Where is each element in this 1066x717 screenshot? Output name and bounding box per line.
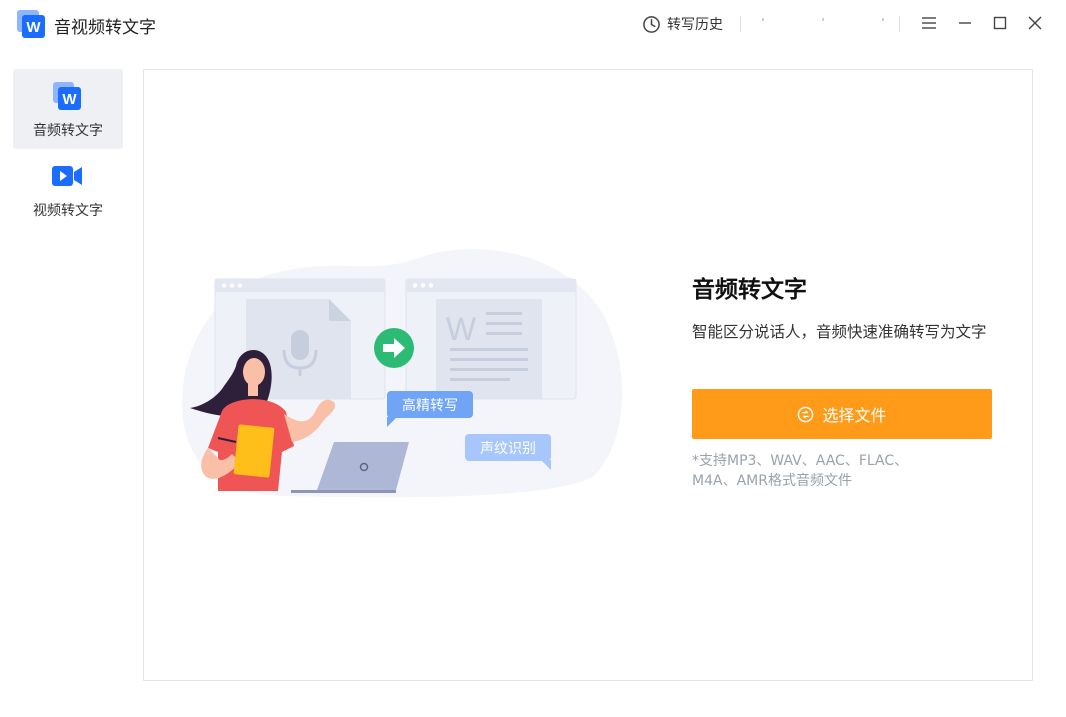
- close-button[interactable]: [1024, 12, 1046, 34]
- hint-line-2: M4A、AMR格式音频文件: [692, 473, 852, 489]
- minimize-button[interactable]: [954, 12, 976, 34]
- video-camera-icon: [52, 166, 82, 186]
- hamburger-icon: [922, 17, 936, 29]
- sidebar-item-label: 视频转文字: [33, 203, 103, 219]
- maximize-button[interactable]: [989, 12, 1011, 34]
- shuffle-icon: [798, 406, 814, 422]
- title-bar: W 音视频转文字 转写历史: [0, 0, 1066, 48]
- sidebar: W 音频转文字 视频转文字: [13, 69, 123, 229]
- svg-text:W: W: [62, 91, 77, 108]
- clock-icon: [643, 15, 660, 33]
- main-panel: W 高精转写 声纹识别 音频转文字 智能区分说话人，音频快速准确转写为文字 选择…: [143, 69, 1033, 681]
- sidebar-item-label: 音频转文字: [33, 123, 103, 139]
- svg-text:W: W: [446, 311, 477, 347]
- page-subheading: 智能区分说话人，音频快速准确转写为文字: [692, 323, 987, 341]
- select-file-button[interactable]: 选择文件: [692, 389, 992, 439]
- user-area[interactable]: [756, 12, 891, 34]
- minimize-icon: [959, 22, 971, 24]
- w-doc-icon: W: [53, 82, 81, 110]
- close-icon: [1028, 16, 1042, 30]
- history-label: 转写历史: [667, 17, 723, 33]
- menu-button[interactable]: [918, 12, 940, 34]
- hint-line-1: *支持MP3、WAV、AAC、FLAC、: [692, 453, 909, 469]
- divider: [740, 16, 741, 32]
- transcription-illustration: W: [182, 249, 623, 498]
- page-heading: 音频转文字: [692, 277, 807, 303]
- history-button[interactable]: 转写历史: [642, 14, 723, 34]
- select-file-label: 选择文件: [822, 406, 887, 425]
- svg-text:W: W: [26, 19, 41, 36]
- sidebar-item-video-to-text[interactable]: 视频转文字: [13, 149, 123, 229]
- app-logo-icon: W: [17, 10, 45, 38]
- maximize-icon: [993, 16, 1007, 30]
- badge-hd-transcription: 高精转写: [387, 391, 473, 427]
- badge-voiceprint-recognition: 声纹识别: [465, 434, 551, 470]
- divider: [899, 16, 900, 32]
- supported-formats-hint: *支持MP3、WAV、AAC、FLAC、 M4A、AMR格式音频文件: [692, 451, 942, 491]
- app-title: 音视频转文字: [54, 18, 156, 38]
- sidebar-item-audio-to-text[interactable]: W 音频转文字: [13, 69, 123, 149]
